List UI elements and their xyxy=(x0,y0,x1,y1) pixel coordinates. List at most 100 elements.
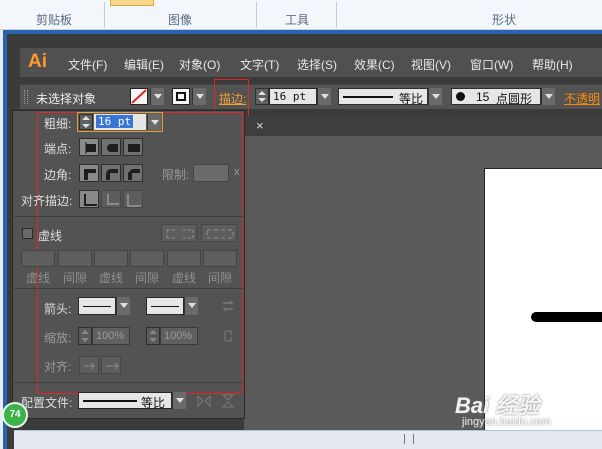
stroke-weight-dropdown[interactable] xyxy=(317,88,331,105)
start-arrowhead-select[interactable] xyxy=(78,297,116,315)
profile-line-icon xyxy=(343,96,393,98)
bevel-join-icon xyxy=(128,169,140,180)
fill-swatch[interactable] xyxy=(130,88,148,105)
miter-limit-field[interactable] xyxy=(193,164,229,182)
flip-across-icon[interactable] xyxy=(220,393,236,409)
grip-handle[interactable] xyxy=(24,90,28,104)
align-center-button[interactable] xyxy=(79,190,99,208)
panel-weight-dropdown[interactable] xyxy=(147,114,161,130)
profile-value: 等比 xyxy=(399,92,424,106)
menu-edit[interactable]: 编辑(E) xyxy=(124,56,164,73)
panel-divider xyxy=(14,288,243,289)
dash-3-label: 虚线 xyxy=(172,271,197,285)
align-stroke-label: 对齐描边: xyxy=(21,194,73,208)
ai-logo: Ai xyxy=(28,51,47,72)
swap-arrowheads-icon[interactable] xyxy=(220,298,236,314)
round-join-button[interactable] xyxy=(101,164,121,182)
dash-1-field[interactable] xyxy=(21,250,55,267)
profile-dropdown[interactable] xyxy=(428,88,442,105)
round-join-icon xyxy=(106,169,118,180)
gap-1-field[interactable] xyxy=(58,250,92,267)
menu-window[interactable]: 窗口(W) xyxy=(470,56,513,73)
dash-3-field[interactable] xyxy=(167,250,201,267)
align-inside-button[interactable] xyxy=(101,190,121,208)
menu-object[interactable]: 对象(O) xyxy=(179,56,220,73)
ribbon-separator xyxy=(256,2,257,28)
menu-type[interactable]: 文字(T) xyxy=(240,56,279,73)
dashed-label: 虚线 xyxy=(38,229,63,243)
arrow-align-label: 对齐: xyxy=(44,360,72,374)
menu-select[interactable]: 选择(S) xyxy=(297,56,337,73)
cap-label: 端点: xyxy=(44,142,72,156)
dash-align-exact-button[interactable] xyxy=(161,224,197,242)
projecting-cap-icon xyxy=(128,144,140,152)
projecting-cap-button[interactable] xyxy=(123,138,143,156)
ribbon-group-shapes: 形状 xyxy=(492,13,517,27)
stroke-square-icon xyxy=(176,92,186,101)
ribbon-group-image: 图像 xyxy=(168,13,193,27)
none-fill-icon xyxy=(131,89,147,104)
panel-profile-value: 等比 xyxy=(141,396,166,410)
menu-help[interactable]: 帮助(H) xyxy=(532,56,573,73)
flip-along-icon[interactable] xyxy=(196,393,212,409)
stroke-weight-field[interactable]: 16 pt xyxy=(269,88,317,105)
brush-definition[interactable]: 15 点圆形 xyxy=(451,88,541,106)
tab-close-icon[interactable]: × xyxy=(256,118,268,134)
dash-exact-icon xyxy=(166,229,194,239)
gap-3-field[interactable] xyxy=(203,250,237,267)
menu-view[interactable]: 视图(V) xyxy=(411,56,451,73)
start-scale-spinner[interactable] xyxy=(78,327,92,345)
round-cap-button[interactable] xyxy=(101,138,121,156)
end-arrowhead-dropdown[interactable] xyxy=(184,297,198,315)
scrollbar-grip-icon[interactable] xyxy=(404,434,414,444)
arrowhead-label: 箭头: xyxy=(44,302,72,316)
dash-2-label: 虚线 xyxy=(99,271,124,285)
dash-2-field[interactable] xyxy=(94,250,128,267)
end-scale-spinner[interactable] xyxy=(146,327,160,345)
document-tab-strip: × xyxy=(244,116,602,136)
align-outside-button[interactable] xyxy=(123,190,143,208)
limit-x-label: x xyxy=(234,166,240,178)
watermark-url: jingyan.baidu.com xyxy=(462,416,551,428)
ribbon-group-tools: 工具 xyxy=(285,13,310,27)
panel-weight-field[interactable]: 16 pt xyxy=(94,114,146,130)
stroke-dropdown-arrow[interactable] xyxy=(192,88,206,105)
link-scale-icon[interactable] xyxy=(220,328,236,344)
dashed-checkbox[interactable] xyxy=(22,228,33,239)
start-arrowhead-dropdown[interactable] xyxy=(116,297,130,315)
spinner-arrows-icon xyxy=(149,330,157,342)
panel-divider xyxy=(14,382,243,383)
butt-cap-button[interactable] xyxy=(79,138,99,156)
miter-join-button[interactable] xyxy=(79,164,99,182)
brush-size: 15 xyxy=(476,90,490,104)
panel-weight-value: 16 pt xyxy=(96,115,134,128)
brush-dropdown[interactable] xyxy=(541,88,555,105)
width-profile-dropdown[interactable] xyxy=(172,392,186,409)
arrow-place-button[interactable] xyxy=(101,356,121,374)
align-inside-icon xyxy=(107,194,119,205)
spinner-arrows-icon xyxy=(81,330,89,342)
stroked-path[interactable] xyxy=(531,312,602,322)
limit-label: 限制: xyxy=(162,168,190,182)
stroke-swatch[interactable] xyxy=(172,88,190,105)
gap-2-field[interactable] xyxy=(130,250,164,267)
dash-align-corners-button[interactable] xyxy=(201,224,237,242)
fill-dropdown-arrow[interactable] xyxy=(150,88,164,105)
menu-effect[interactable]: 效果(C) xyxy=(354,56,395,73)
weight-spinner[interactable] xyxy=(255,88,269,105)
end-arrowhead-select[interactable] xyxy=(146,297,184,315)
arrow-extend-button[interactable] xyxy=(79,356,99,374)
bevel-join-button[interactable] xyxy=(123,164,143,182)
panel-weight-spinner[interactable] xyxy=(79,114,93,130)
arrow-place-icon xyxy=(106,362,119,370)
opacity-link[interactable]: 不透明 xyxy=(564,90,600,107)
variable-width-profile[interactable]: 等比 xyxy=(338,88,428,106)
spinner-arrows-icon xyxy=(258,91,266,102)
start-scale-field[interactable]: 100% xyxy=(92,327,130,345)
menu-file[interactable]: 文件(F) xyxy=(68,56,107,73)
ribbon-highlight-button[interactable] xyxy=(110,0,154,6)
width-profile-select[interactable]: 等比 xyxy=(78,392,172,410)
end-scale-field[interactable]: 100% xyxy=(160,327,198,345)
profile-label: 配置文件: xyxy=(21,396,73,410)
round-cap-icon xyxy=(107,144,118,152)
